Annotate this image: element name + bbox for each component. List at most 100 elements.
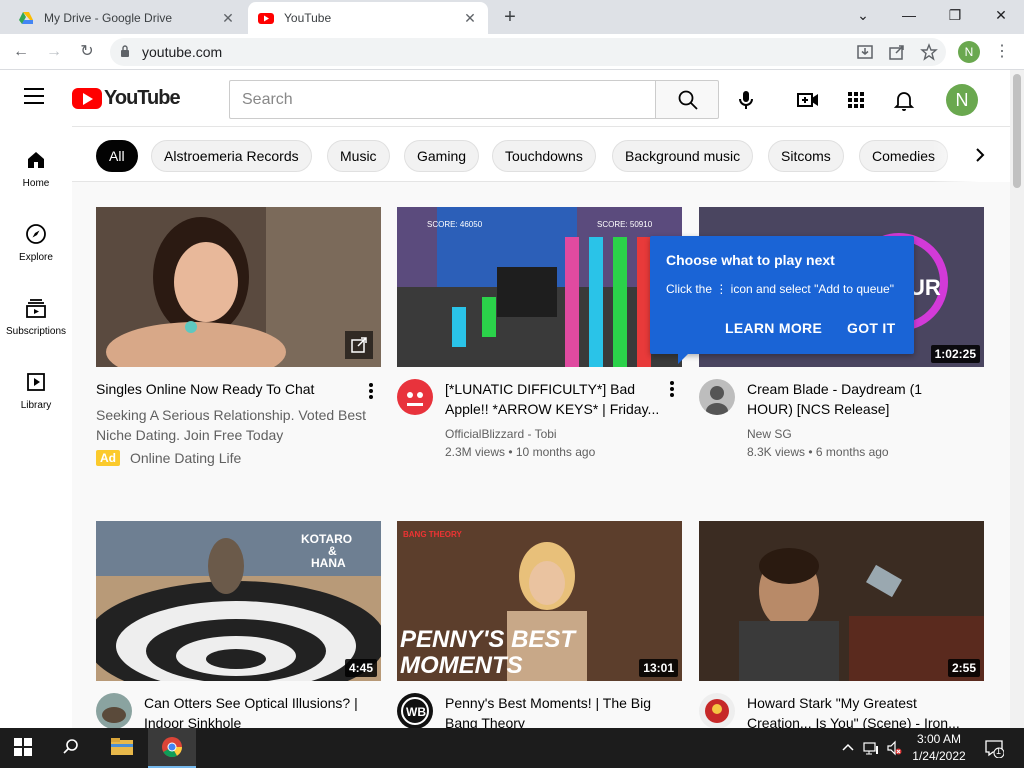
chevron-right-icon[interactable] <box>970 145 990 165</box>
sidebar-item-label: Subscriptions <box>5 326 67 337</box>
minimize-button[interactable]: — <box>886 0 932 30</box>
profile-avatar[interactable]: N <box>958 41 980 63</box>
share-icon[interactable] <box>888 43 906 61</box>
thumbnail-image: KOTARO & HANA <box>96 521 381 681</box>
more-options-icon[interactable] <box>369 383 373 399</box>
notifications-bell-icon[interactable] <box>892 88 916 112</box>
learn-more-button[interactable]: LEARN MORE <box>725 320 822 336</box>
video-title[interactable]: Singles Online Now Ready To Chat <box>96 379 346 399</box>
video-title[interactable]: Penny's Best Moments! | The Big Bang The… <box>445 693 665 728</box>
ad-card[interactable]: Singles Online Now Ready To Chat Seeking… <box>96 207 381 477</box>
file-explorer-button[interactable] <box>98 728 146 768</box>
search-input[interactable]: Search <box>229 80 656 119</box>
sidebar-item-library[interactable]: Library <box>0 370 72 411</box>
video-thumbnail[interactable]: BANG THEORY PENNY'S BEST MOMENTS 13:01 <box>397 521 682 681</box>
channel-avatar[interactable] <box>699 693 735 728</box>
youtube-logo[interactable]: YouTube <box>72 87 181 110</box>
video-thumbnail[interactable] <box>96 207 381 367</box>
google-drive-icon <box>19 12 33 24</box>
thumb-text: HANA <box>311 556 346 570</box>
sidebar-item-subscriptions[interactable]: Subscriptions <box>0 296 72 337</box>
tooltip-title: Choose what to play next <box>666 252 835 268</box>
close-icon[interactable]: ✕ <box>462 10 478 27</box>
more-options-icon[interactable] <box>670 381 674 397</box>
volume-muted-icon[interactable] <box>886 740 902 756</box>
video-card[interactable]: 2:55 Howard Stark "My Greatest Creation.… <box>699 521 984 728</box>
channel-avatar[interactable] <box>96 693 132 728</box>
video-thumbnail[interactable]: SCORE: 46050 SCORE: 50910 <box>397 207 682 367</box>
tab-search-icon[interactable]: ⌄ <box>840 0 886 30</box>
microphone-icon[interactable] <box>734 88 758 112</box>
channel-name[interactable]: New SG <box>747 425 792 443</box>
chip-all[interactable]: All <box>96 140 138 172</box>
new-tab-button[interactable]: + <box>498 5 522 29</box>
tab-google-drive[interactable]: My Drive - Google Drive ✕ <box>8 2 246 34</box>
video-card[interactable]: BANG THEORY PENNY'S BEST MOMENTS 13:01 W… <box>397 521 682 728</box>
scrollbar-thumb[interactable] <box>1013 74 1021 188</box>
video-title[interactable]: Can Otters See Optical Illusions? | Indo… <box>144 693 364 728</box>
ad-description: Seeking A Serious Relationship. Voted Be… <box>96 407 367 443</box>
notification-count: 1 <box>996 746 1002 756</box>
chip-gaming[interactable]: Gaming <box>404 140 480 172</box>
channel-avatar[interactable] <box>397 379 433 415</box>
video-thumbnail[interactable]: 2:55 <box>699 521 984 681</box>
search-button[interactable] <box>655 80 719 119</box>
video-title[interactable]: [*LUNATIC DIFFICULTY*] Bad Apple!! *ARRO… <box>445 379 665 419</box>
tab-label: YouTube <box>284 11 332 25</box>
chip-music[interactable]: Music <box>327 140 390 172</box>
close-icon[interactable]: ✕ <box>220 10 236 27</box>
video-title[interactable]: Cream Blade - Daydream (1 HOUR) [NCS Rel… <box>747 379 967 419</box>
close-window-button[interactable]: ✕ <box>978 0 1024 30</box>
install-app-icon[interactable] <box>856 43 874 61</box>
sidebar-item-home[interactable]: Home <box>0 148 72 189</box>
video-thumbnail[interactable]: KOTARO & HANA 4:45 <box>96 521 381 681</box>
thumbnail-image <box>96 207 381 367</box>
create-video-icon[interactable] <box>796 88 820 112</box>
logo-text: YouTube <box>104 87 181 109</box>
svg-text:WB: WB <box>406 705 426 719</box>
chip-touchdowns[interactable]: Touchdowns <box>492 140 596 172</box>
sidebar-item-label: Explore <box>19 252 53 263</box>
forward-button[interactable]: → <box>42 40 66 64</box>
thumb-text: PENNY'S BEST <box>400 626 577 653</box>
home-icon <box>28 152 44 168</box>
start-button[interactable] <box>0 728 48 768</box>
advertiser-name[interactable]: Online Dating Life <box>130 450 241 466</box>
chip-background-music[interactable]: Background music <box>612 140 754 172</box>
got-it-button[interactable]: GOT IT <box>847 320 895 336</box>
video-card[interactable]: SCORE: 46050 SCORE: 50910 [*LUNATIC DIFF… <box>397 207 682 477</box>
video-title[interactable]: Howard Stark "My Greatest Creation... Is… <box>747 693 967 728</box>
chip-sitcoms[interactable]: Sitcoms <box>768 140 844 172</box>
taskbar-search-button[interactable] <box>48 728 96 768</box>
external-link-icon[interactable] <box>345 331 373 359</box>
video-card[interactable]: KOTARO & HANA 4:45 Can Otters See Optica… <box>96 521 381 728</box>
tab-label: My Drive - Google Drive <box>44 11 173 25</box>
account-avatar[interactable]: N <box>946 84 978 116</box>
bookmark-star-icon[interactable] <box>920 43 938 61</box>
channel-name[interactable]: OfficialBlizzard - Tobi <box>445 425 557 443</box>
channel-avatar[interactable] <box>699 379 735 415</box>
chip-bar: All Alstroemeria Records Music Gaming To… <box>72 126 1010 182</box>
apps-grid-icon[interactable] <box>844 88 868 112</box>
restore-button[interactable]: ❐ <box>932 0 978 30</box>
taskbar-clock[interactable]: 3:00 AM 1/24/2022 <box>906 731 972 765</box>
clock-date: 1/24/2022 <box>912 749 966 763</box>
page-scrollbar[interactable] <box>1010 70 1024 728</box>
back-button[interactable]: ← <box>9 40 33 64</box>
chrome-icon <box>162 737 183 758</box>
channel-avatar[interactable]: WB <box>397 693 433 728</box>
chrome-taskbar-button[interactable] <box>148 728 196 768</box>
browser-menu-icon[interactable]: ⋮ <box>994 44 1010 60</box>
hamburger-menu-icon[interactable] <box>24 88 48 108</box>
action-center-button[interactable]: 1 <box>984 738 1005 759</box>
network-icon[interactable] <box>863 740 879 756</box>
address-bar[interactable]: youtube.com <box>110 38 946 66</box>
sidebar-item-explore[interactable]: Explore <box>0 222 72 263</box>
show-hidden-icons[interactable] <box>840 740 856 756</box>
reload-button[interactable]: ↻ <box>75 40 99 64</box>
chip-alstroemeria-records[interactable]: Alstroemeria Records <box>151 140 312 172</box>
search-icon <box>678 90 698 110</box>
tab-youtube[interactable]: YouTube ✕ <box>248 2 488 34</box>
youtube-header: YouTube Search N <box>0 70 1010 126</box>
compass-icon <box>26 224 46 244</box>
